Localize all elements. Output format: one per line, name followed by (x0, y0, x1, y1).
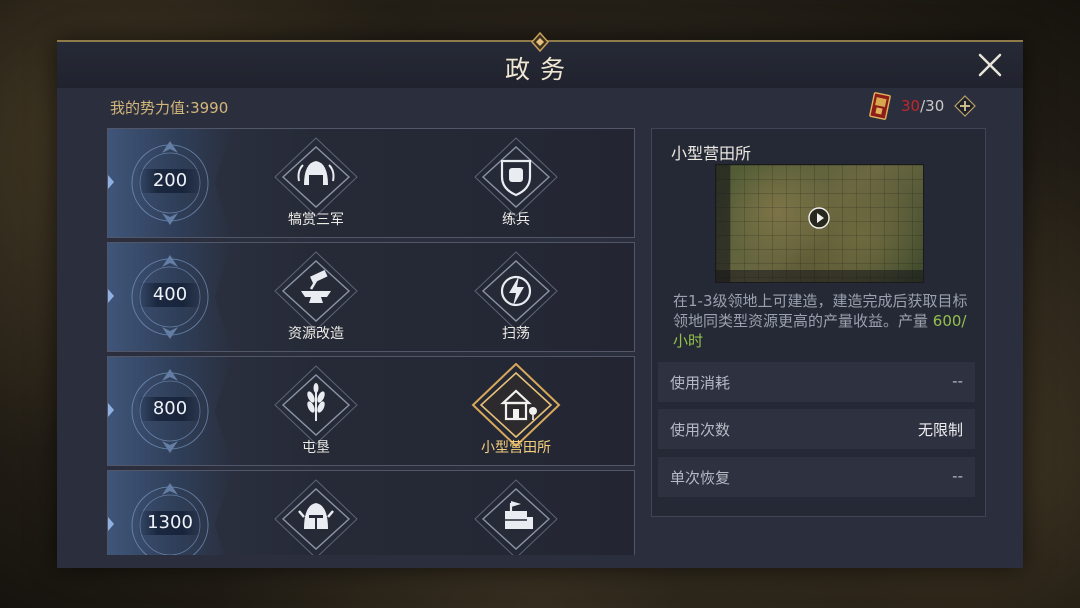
power-number: 3990 (190, 99, 229, 117)
tier-list[interactable]: 200 犒赏三军 练兵 400 资源改造 扫荡 800 屯垦 小型营田所 130… (107, 128, 635, 555)
order-current: 30 (901, 97, 921, 115)
tier-row-3: 800 屯垦 小型营田所 (107, 356, 635, 466)
video-sidebar (716, 165, 730, 282)
skill-resource-remodel[interactable]: 资源改造 (266, 249, 366, 345)
stat-value: 无限制 (917, 421, 963, 439)
skill-label: 扫荡 (502, 326, 530, 342)
order-counter: 30/30 (869, 92, 977, 120)
add-orders-button[interactable] (954, 95, 977, 117)
tier-value: 1300 (138, 511, 202, 535)
government-panel: 政务 我的势力值:3990 30/30 200 犒赏三军 练兵 400 资源改造… (57, 32, 1023, 568)
preview-video[interactable] (715, 164, 924, 283)
wheat-icon (274, 365, 358, 445)
skill-reward-troops[interactable]: 犒赏三军 (266, 135, 366, 231)
title-bar: 政务 (57, 32, 1023, 88)
skill-sweep[interactable]: 扫荡 (466, 249, 566, 345)
close-button[interactable] (975, 50, 1005, 80)
helmet-laurel-icon (274, 137, 358, 217)
skill-label: 小型营田所 (481, 440, 551, 456)
tier-row-1: 200 犒赏三军 练兵 (107, 128, 635, 238)
skill-label: 练兵 (502, 212, 530, 228)
skill-tier4-left[interactable] (266, 477, 366, 555)
stat-label: 使用次数 (670, 421, 731, 439)
stat-label: 使用消耗 (670, 374, 731, 392)
order-count: 30/30 (901, 97, 944, 115)
tier-arrow-icon (108, 289, 114, 303)
skill-train-troops[interactable]: 练兵 (466, 135, 566, 231)
farmhouse-icon (471, 363, 561, 447)
stat-label: 单次恢复 (670, 469, 731, 487)
order-max: 30 (925, 97, 945, 115)
power-value: 我的势力值:3990 (110, 97, 228, 118)
tier-row-2: 400 资源改造 扫荡 (107, 242, 635, 352)
stat-value: -- (952, 372, 963, 390)
fist-shield-icon (474, 137, 558, 217)
detail-title: 小型营田所 (671, 144, 752, 163)
skill-small-farm-station[interactable]: 小型营田所 (466, 363, 566, 459)
tier-value: 200 (138, 169, 202, 193)
stat-row-recovery: 单次恢复 -- (658, 457, 975, 497)
video-bottom-bar (716, 270, 923, 282)
skill-tier4-right[interactable] (466, 477, 566, 555)
tier-badge: 800 (108, 357, 232, 465)
skill-label: 犒赏三军 (288, 212, 344, 228)
tier-value: 400 (138, 283, 202, 307)
skill-label: 资源改造 (288, 326, 344, 342)
skill-label: 屯垦 (302, 440, 330, 456)
power-label-text: 我的势力值: (110, 99, 191, 117)
tier-arrow-icon (108, 517, 114, 531)
tier-arrow-icon (108, 175, 114, 189)
stat-row-cost: 使用消耗 -- (658, 362, 975, 402)
anvil-hammer-icon (274, 251, 358, 331)
play-icon[interactable] (808, 207, 830, 229)
detail-description: 在1-3级领地上可建造，建造完成后获取目标领地同类型资源更高的产量收益。产量 6… (673, 291, 971, 351)
description-text: 在1-3级领地上可建造，建造完成后获取目标领地同类型资源更高的产量收益。产量 (673, 292, 968, 330)
detail-panel: 小型营田所 在1-3级领地上可建造，建造完成后获取目标领地同类型资源更高的产量收… (651, 128, 986, 517)
tier-value: 800 (138, 397, 202, 421)
knight-helmet-icon (274, 479, 358, 555)
tier-row-4: 1300 (107, 470, 635, 555)
stat-row-uses: 使用次数 无限制 (658, 409, 975, 449)
tier-arrow-icon (108, 403, 114, 417)
title-ornament-icon (530, 32, 550, 52)
resource-crate-icon (474, 479, 558, 555)
lightning-icon (474, 251, 558, 331)
order-card-icon (869, 92, 891, 120)
tier-badge: 400 (108, 243, 232, 351)
tier-badge: 1300 (108, 471, 232, 555)
tier-badge: 200 (108, 129, 232, 237)
stat-value: -- (952, 467, 963, 485)
page-title: 政务 (504, 55, 575, 84)
skill-reclaim[interactable]: 屯垦 (266, 363, 366, 459)
